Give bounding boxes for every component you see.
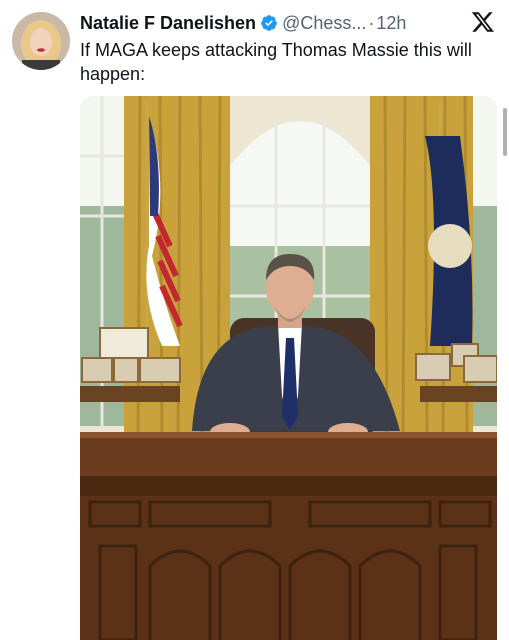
author-handle[interactable]: @Chess... [282,13,366,34]
author-name[interactable]: Natalie F Danelishen [80,13,256,34]
timestamp[interactable]: 12h [376,13,406,34]
separator-dot: · [368,12,375,33]
verified-badge-icon [261,15,277,31]
oval-office-photo [80,96,497,640]
tweet-header: Natalie F Danelishen @Chess... · 12h [80,10,491,36]
x-logo-icon[interactable] [471,10,495,34]
tweet-media-image[interactable] [80,96,497,640]
avatar-image [12,12,70,70]
avatar[interactable] [12,12,70,70]
tweet-text: If MAGA keeps attacking Thomas Massie th… [80,40,472,84]
scrollbar[interactable] [503,108,507,156]
